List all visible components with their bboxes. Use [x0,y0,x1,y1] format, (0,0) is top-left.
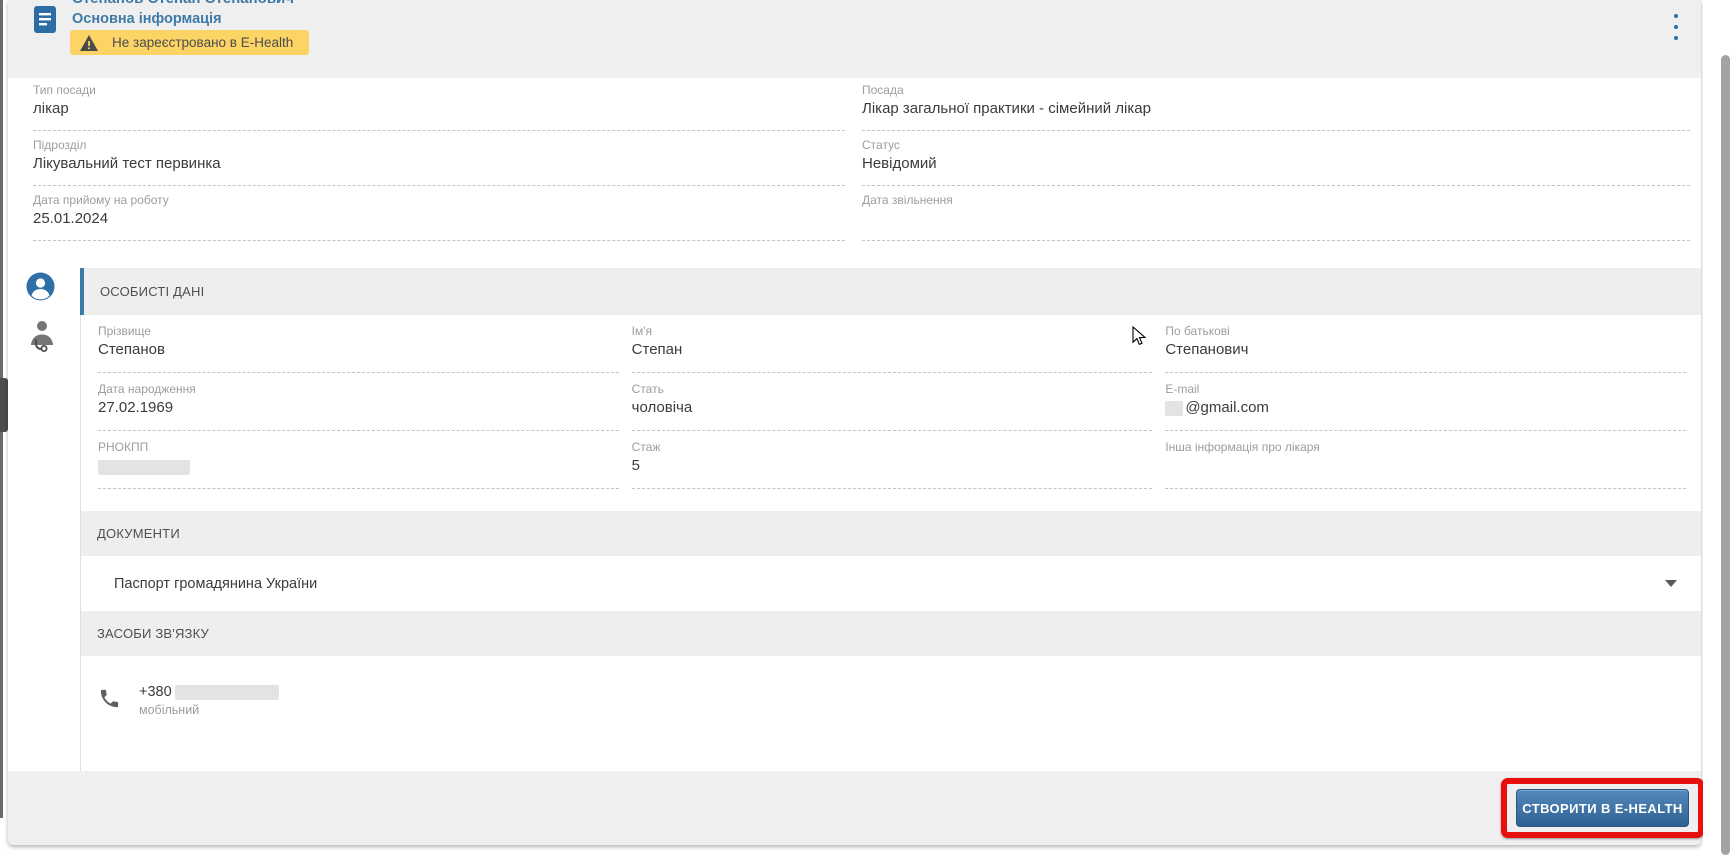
page-scrollbar-thumb[interactable] [1721,55,1730,855]
ehealth-status-badge: Не зареєстровано в E-Health [70,30,309,55]
profile-header: Степанов Степан Степанович Основна інфор… [8,0,1701,78]
section-header-personal: ОСОБИСТІ ДАНІ [80,268,1701,315]
field-email[interactable]: E-mail @gmail.com [1165,373,1686,431]
document-accordion-passport[interactable]: Паспорт громадянина України [81,556,1701,611]
field-tax-id[interactable]: РНОКПП [98,431,619,489]
field-status[interactable]: Статус Невідомий [862,131,1690,186]
create-in-ehealth-button[interactable]: СТВОРИТИ В E-HEALTH [1516,789,1689,827]
doctor-full-name: Степанов Степан Степанович [72,0,294,9]
warning-icon [79,34,99,52]
field-position-type[interactable]: Тип посади лікар [33,76,845,131]
person-circle-icon[interactable] [26,272,55,306]
badge-label: Не зареєстровано в E-Health [112,35,293,50]
section-header-documents: ДОКУМЕНТИ [81,511,1701,556]
redacted-value [1165,401,1183,416]
field-gender[interactable]: Стать чоловіча [632,373,1153,431]
position-info-form: Тип посади лікар Посада Лікар загальної … [33,76,1690,241]
field-last-name[interactable]: Прізвище Степанов [98,315,619,373]
card-footer: СТВОРИТИ В E-HEALTH [8,771,1701,845]
field-department[interactable]: Підрозділ Лікувальний тест первинка [33,131,845,186]
profile-sections: ОСОБИСТІ ДАНІ Прізвище Степанов Ім'я Сте… [80,268,1701,771]
field-hire-date[interactable]: Дата прийому на роботу 25.01.2024 [33,186,845,241]
phone-type-label: мобільний [139,703,279,717]
doctor-icon[interactable] [28,320,56,357]
doctor-profile-card: Степанов Степан Степанович Основна інфор… [8,0,1701,845]
section-header-contacts: ЗАСОБИ ЗВ'ЯЗКУ [81,611,1701,656]
field-dismissal-date[interactable]: Дата звільнення [862,186,1690,241]
contact-item-phone[interactable]: +380 мобільний [81,656,1701,717]
field-other-info[interactable]: Інша інформація про лікаря [1165,431,1686,489]
document-icon [33,5,57,39]
phone-number: +380 [139,684,172,700]
redacted-value [175,685,279,700]
personal-data-form: Прізвище Степанов Ім'я Степан По батьков… [81,315,1701,489]
field-position[interactable]: Посада Лікар загальної практики - сімейн… [862,76,1690,131]
chevron-down-icon[interactable] [1665,580,1677,587]
page-scrollbar-track[interactable] [1703,0,1731,861]
page-title: Основна інформація [72,9,294,29]
kebab-menu-icon[interactable] [1667,14,1685,40]
left-panel-scroll-handle[interactable] [0,378,8,432]
field-first-name[interactable]: Ім'я Степан [632,315,1153,373]
field-middle-name[interactable]: По батькові Степанович [1165,315,1686,373]
field-experience[interactable]: Стаж 5 [632,431,1153,489]
phone-icon [98,687,121,715]
field-birth-date[interactable]: Дата народження 27.02.1969 [98,373,619,431]
annotation-highlight: СТВОРИТИ В E-HEALTH [1501,778,1704,838]
redacted-value [98,460,190,475]
